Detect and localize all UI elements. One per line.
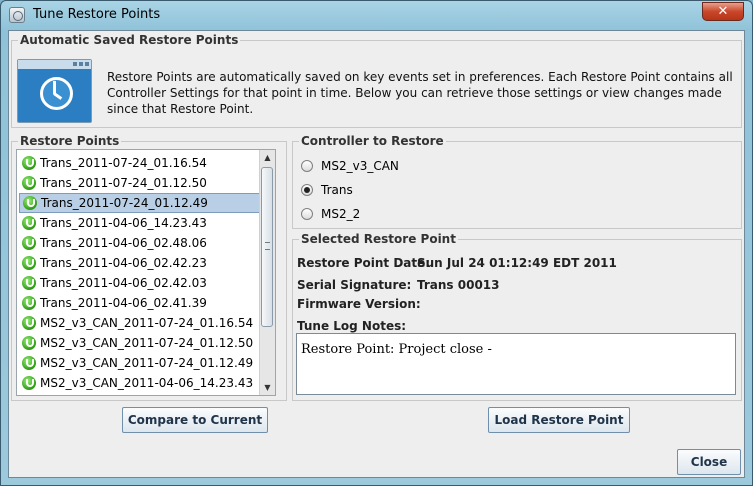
list-item[interactable]: MS2_v3_CAN_2011-04-06_14.23.43 <box>19 373 263 393</box>
list-item[interactable]: MS2_v3_CAN_2011-07-24_01.12.50 <box>19 333 263 353</box>
firmware-label: Firmware Version: <box>297 297 421 311</box>
list-item[interactable]: MS2_v3_CAN_2011-07-24_01.12.49 <box>19 353 263 373</box>
radio-button-checked[interactable] <box>301 184 313 196</box>
scrollbar-thumb[interactable] <box>261 167 273 327</box>
clock-window-icon <box>17 59 92 123</box>
power-status-icon <box>22 256 36 270</box>
notes-label: Tune Log Notes: <box>297 319 407 333</box>
power-status-icon <box>22 236 36 250</box>
list-item[interactable]: Trans_2011-04-06_02.48.06 <box>19 233 263 253</box>
scroll-up-icon[interactable]: ▲ <box>260 150 275 165</box>
list-scrollbar[interactable]: ▲ ▼ <box>259 150 275 395</box>
scroll-down-icon[interactable]: ▼ <box>260 380 275 395</box>
header-title: Automatic Saved Restore Points <box>18 33 241 47</box>
list-item[interactable]: MS2_v3_CAN_2011-07-24_01.16.54 <box>19 313 263 333</box>
power-status-icon <box>22 276 36 290</box>
list-item[interactable]: Trans_2011-04-06_02.42.23 <box>19 253 263 273</box>
window-close-button[interactable]: ✕ <box>702 2 744 21</box>
dialog-window: Tune Restore Points ✕ Automatic Saved Re… <box>0 0 753 486</box>
tune-log-notes-field[interactable]: Restore Point: Project close - <box>296 333 736 395</box>
radio-button[interactable] <box>301 208 313 220</box>
power-status-icon <box>22 216 36 230</box>
power-status-icon <box>22 176 36 190</box>
list-item[interactable]: Trans_2011-07-24_01.16.54 <box>19 153 263 173</box>
restore-points-list[interactable]: Trans_2011-07-24_01.16.54 Trans_2011-07-… <box>16 149 276 396</box>
radio-button[interactable] <box>301 160 313 172</box>
dialog-content: Automatic Saved Restore Points Restore P… <box>8 30 745 478</box>
close-button[interactable]: Close <box>677 449 741 475</box>
power-status-icon <box>22 156 36 170</box>
restore-points-title: Restore Points <box>18 134 122 148</box>
serial-value: Trans 00013 <box>417 278 500 292</box>
power-status-icon <box>23 196 37 210</box>
list-item[interactable]: Trans_2011-07-24_01.12.50 <box>19 173 263 193</box>
close-icon: ✕ <box>717 4 729 19</box>
power-status-icon <box>22 296 36 310</box>
list-item[interactable]: Trans_2011-04-06_14.23.43 <box>19 213 263 233</box>
title-bar[interactable]: Tune Restore Points ✕ <box>1 1 752 29</box>
selected-point-title: Selected Restore Point <box>299 232 458 246</box>
list-item[interactable]: Trans_2011-04-06_02.42.03 <box>19 273 263 293</box>
date-label: Restore Point Date: <box>297 256 431 270</box>
power-status-icon <box>22 376 36 390</box>
controller-title: Controller to Restore <box>299 134 446 148</box>
window-title: Tune Restore Points <box>33 7 161 22</box>
controller-group: Controller to Restore MS2_v3_CAN Trans M… <box>292 134 742 229</box>
power-status-icon <box>22 336 36 350</box>
power-status-icon <box>22 316 36 330</box>
list-item[interactable]: Trans_2011-04-06_02.41.39 <box>19 293 263 313</box>
app-icon <box>9 7 25 23</box>
power-status-icon <box>22 356 36 370</box>
serial-label: Serial Signature: <box>297 278 412 292</box>
date-value: Sun Jul 24 01:12:49 EDT 2011 <box>417 256 617 270</box>
header-description: Restore Points are automatically saved o… <box>107 70 733 116</box>
load-restore-point-button[interactable]: Load Restore Point <box>488 407 630 433</box>
list-item-selected[interactable]: Trans_2011-07-24_01.12.49 <box>19 193 263 213</box>
compare-to-current-button[interactable]: Compare to Current <box>122 407 268 433</box>
